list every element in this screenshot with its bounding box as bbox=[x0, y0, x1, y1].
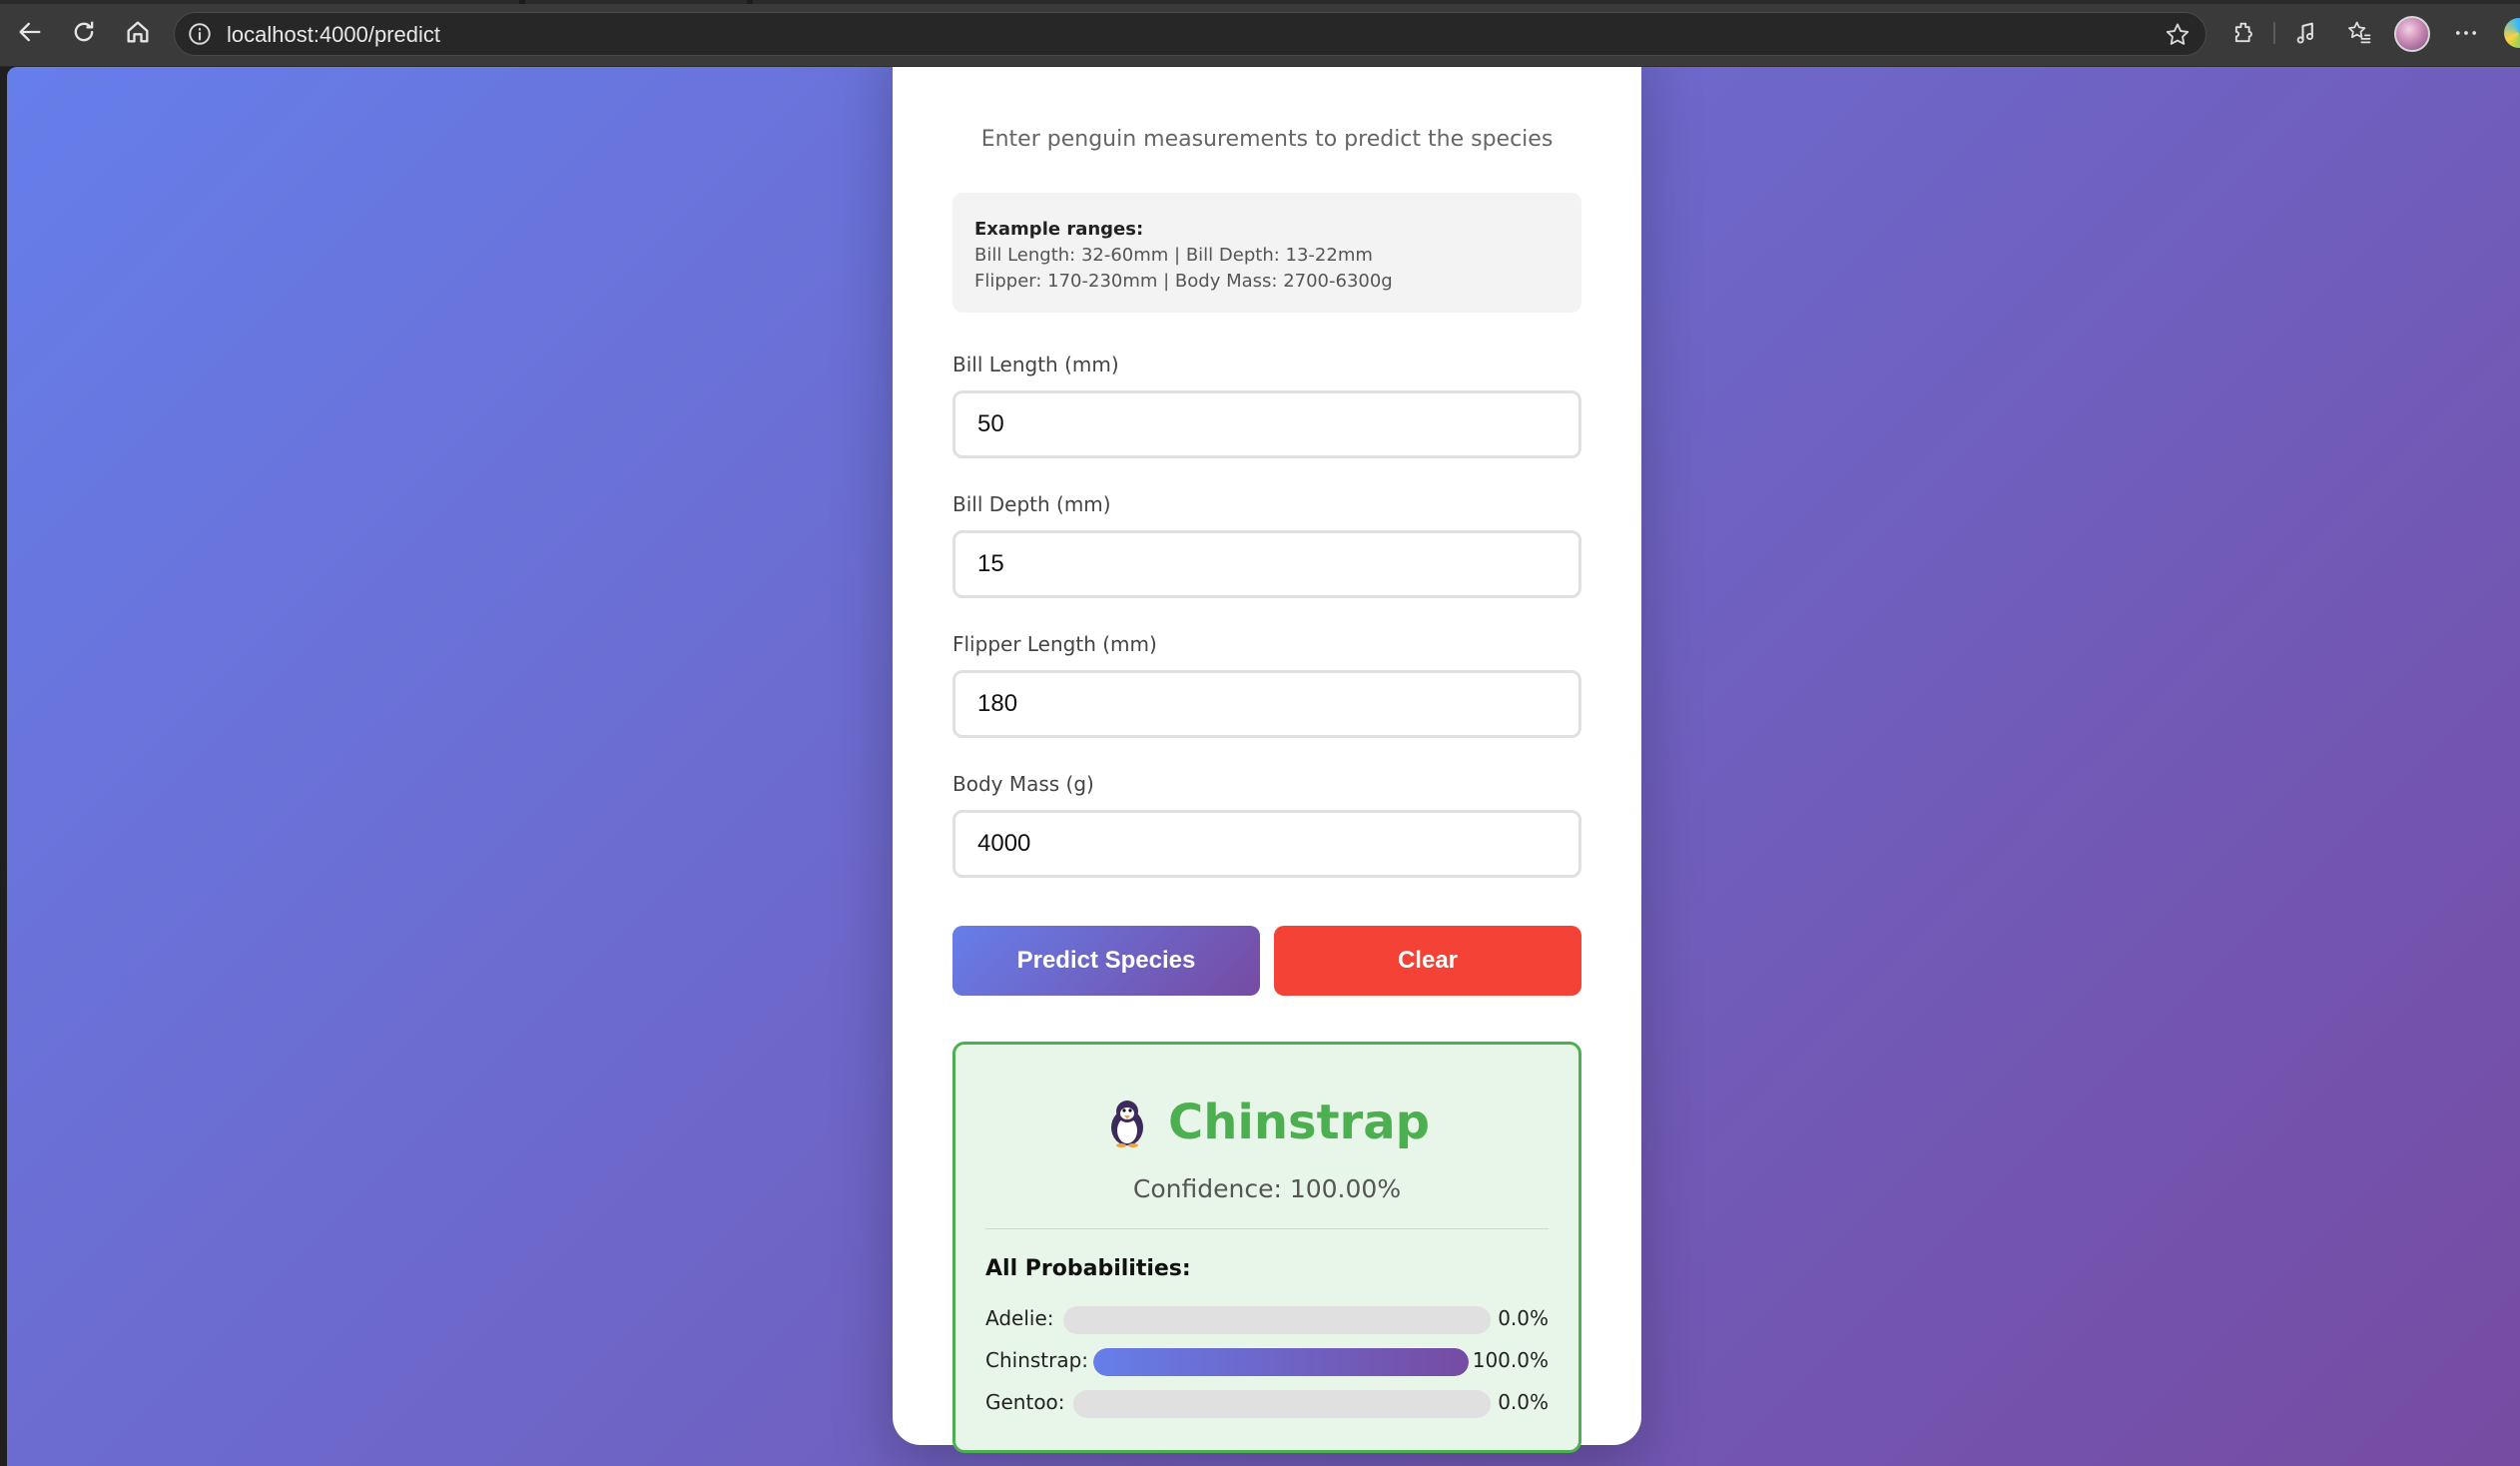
predicted-species: Chinstrap bbox=[1168, 1095, 1430, 1150]
body-mass-input[interactable] bbox=[952, 810, 1581, 878]
favorites-button[interactable] bbox=[2342, 16, 2376, 50]
example-ranges-box: Example ranges: Bill Length: 32-60mm | B… bbox=[952, 193, 1581, 313]
confidence-text: Confidence: 100.00% bbox=[1132, 1174, 1402, 1203]
predict-card: Enter penguin measurements to predict th… bbox=[893, 67, 1641, 1453]
favorite-star-icon[interactable] bbox=[2164, 21, 2192, 49]
arrow-left-icon bbox=[19, 22, 41, 42]
probabilities-title: All Probabilities: bbox=[985, 1256, 1191, 1281]
copilot-icon[interactable] bbox=[2504, 18, 2520, 48]
page-subtitle: Enter penguin measurements to predict th… bbox=[980, 127, 1554, 152]
penguin-icon bbox=[1111, 1100, 1144, 1147]
probability-bar bbox=[1093, 1348, 1469, 1376]
info-icon[interactable] bbox=[187, 21, 213, 47]
example-ranges-line: Flipper: 170-230mm | Body Mass: 2700-630… bbox=[974, 271, 1393, 292]
flipper-length-label: Flipper Length (mm) bbox=[952, 632, 1157, 656]
bill-length-input[interactable] bbox=[952, 390, 1581, 458]
probability-label: Adelie: bbox=[985, 1306, 1054, 1330]
bill-depth-label: Bill Depth (mm) bbox=[952, 492, 1111, 516]
music-note-icon bbox=[2296, 22, 2314, 44]
prediction-result: Chinstrap Confidence: 100.00% All Probab… bbox=[952, 1042, 1581, 1453]
result-divider bbox=[985, 1228, 1549, 1229]
bill-length-label: Bill Length (mm) bbox=[952, 353, 1119, 376]
clear-button[interactable]: Clear bbox=[1274, 926, 1581, 996]
back-button[interactable] bbox=[12, 14, 48, 50]
probability-bar bbox=[1063, 1306, 1491, 1334]
probability-value: 0.0% bbox=[1498, 1390, 1549, 1414]
species-heading: Chinstrap bbox=[955, 1095, 1578, 1150]
bill-depth-input[interactable] bbox=[952, 530, 1581, 598]
reload-button[interactable] bbox=[66, 14, 102, 50]
media-button[interactable] bbox=[2289, 16, 2323, 50]
home-button[interactable] bbox=[120, 14, 156, 50]
address-bar[interactable]: localhost:4000/predict bbox=[174, 12, 2206, 56]
profile-avatar[interactable] bbox=[2394, 16, 2430, 52]
url-text[interactable]: localhost:4000/predict bbox=[227, 22, 440, 48]
predict-species-button[interactable]: Predict Species bbox=[952, 926, 1260, 996]
probability-label: Chinstrap: bbox=[985, 1348, 1089, 1372]
more-menu-button[interactable] bbox=[2449, 16, 2483, 50]
probability-row-chinstrap: Chinstrap: 100.0% bbox=[985, 1344, 1549, 1378]
extensions-button[interactable] bbox=[2227, 16, 2261, 50]
flipper-length-input[interactable] bbox=[952, 670, 1581, 738]
home-icon bbox=[127, 21, 149, 43]
body-mass-label: Body Mass (g) bbox=[952, 772, 1094, 796]
more-dots-icon bbox=[2455, 31, 2477, 35]
example-ranges-heading: Example ranges: bbox=[974, 219, 1144, 240]
probability-label: Gentoo: bbox=[985, 1390, 1065, 1414]
page-viewport: Enter penguin measurements to predict th… bbox=[7, 67, 2520, 1466]
puzzle-icon bbox=[2234, 22, 2252, 43]
reload-icon bbox=[74, 21, 94, 42]
probability-bar bbox=[1073, 1390, 1491, 1418]
probability-value: 100.0% bbox=[1472, 1348, 1549, 1372]
probability-bar-fill bbox=[1093, 1348, 1469, 1376]
toolbar-separator bbox=[2273, 22, 2275, 44]
favorites-list-icon bbox=[2348, 21, 2371, 44]
probability-value: 0.0% bbox=[1498, 1306, 1549, 1330]
probability-row-gentoo: Gentoo: 0.0% bbox=[985, 1386, 1549, 1420]
tab-strip bbox=[0, 0, 2520, 4]
example-ranges-line: Bill Length: 32-60mm | Bill Depth: 13-22… bbox=[974, 245, 1373, 266]
probability-row-adelie: Adelie: 0.0% bbox=[985, 1302, 1549, 1336]
browser-toolbar: localhost:4000/predict bbox=[0, 0, 2520, 67]
